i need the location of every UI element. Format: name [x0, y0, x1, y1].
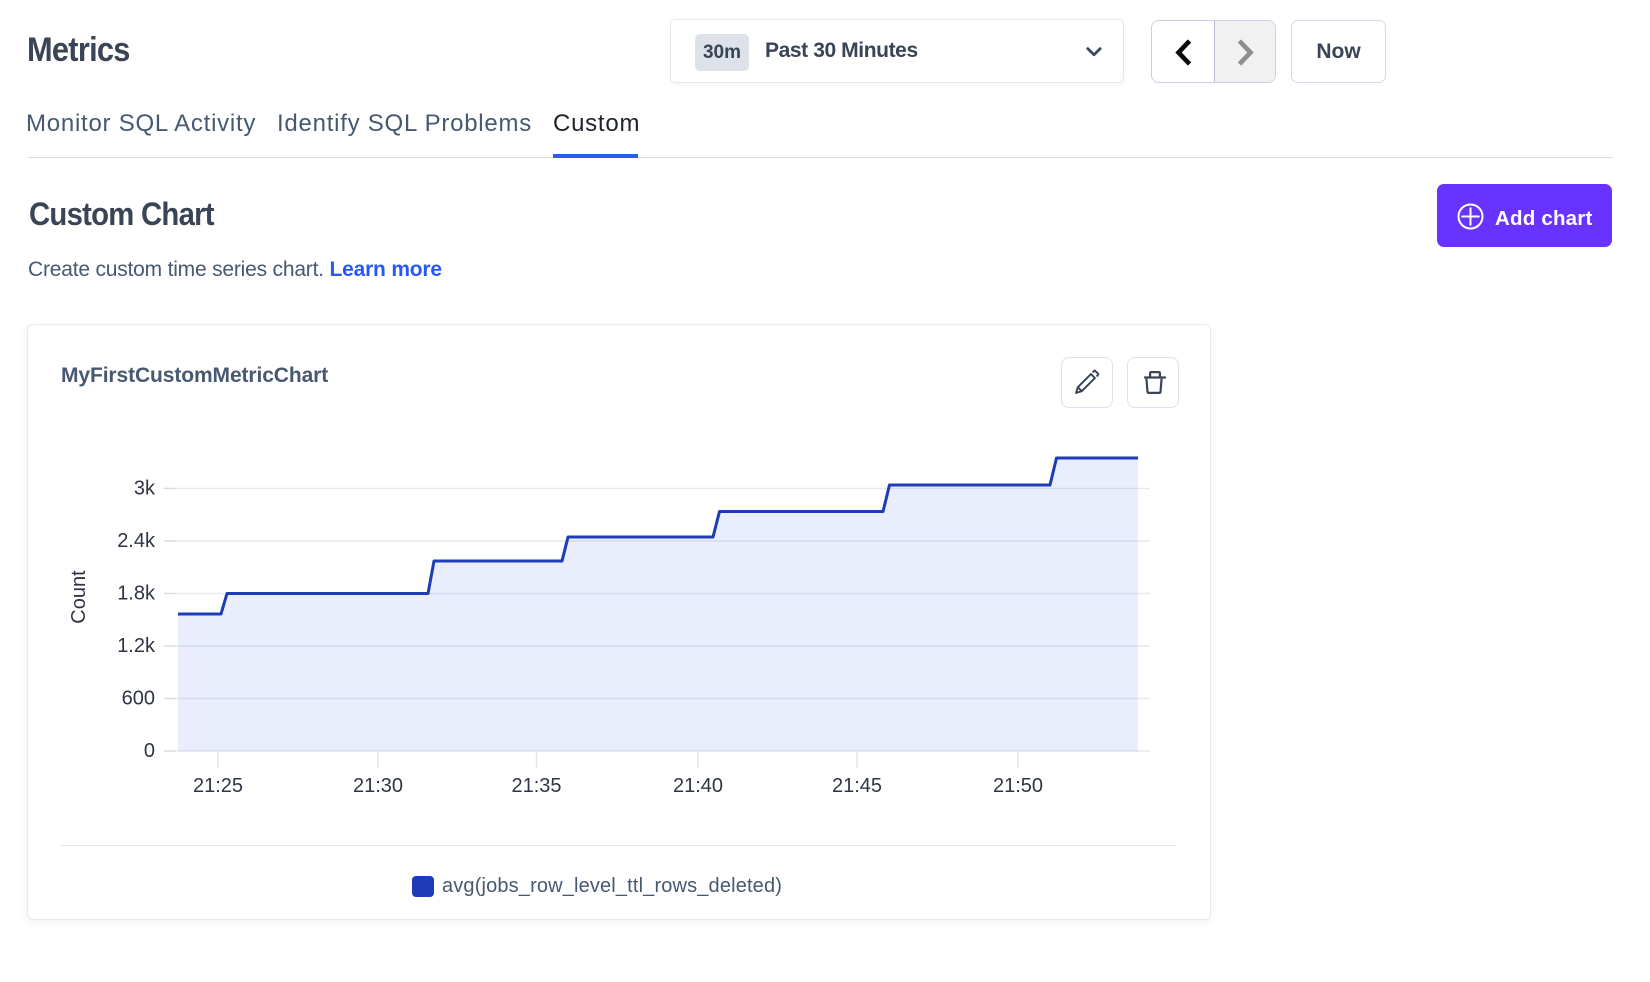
svg-text:21:35: 21:35 [511, 775, 561, 797]
svg-text:21:40: 21:40 [673, 775, 723, 797]
svg-text:21:50: 21:50 [993, 775, 1043, 797]
svg-text:3k: 3k [134, 478, 156, 500]
svg-text:21:30: 21:30 [353, 775, 403, 797]
svg-text:1.2k: 1.2k [117, 635, 156, 657]
svg-text:1.8k: 1.8k [117, 583, 156, 605]
svg-text:21:25: 21:25 [193, 775, 243, 797]
svg-text:600: 600 [122, 688, 155, 710]
svg-text:2.4k: 2.4k [117, 530, 156, 552]
svg-text:0: 0 [144, 740, 155, 762]
svg-text:Count: Count [68, 570, 90, 624]
svg-text:21:45: 21:45 [832, 775, 882, 797]
